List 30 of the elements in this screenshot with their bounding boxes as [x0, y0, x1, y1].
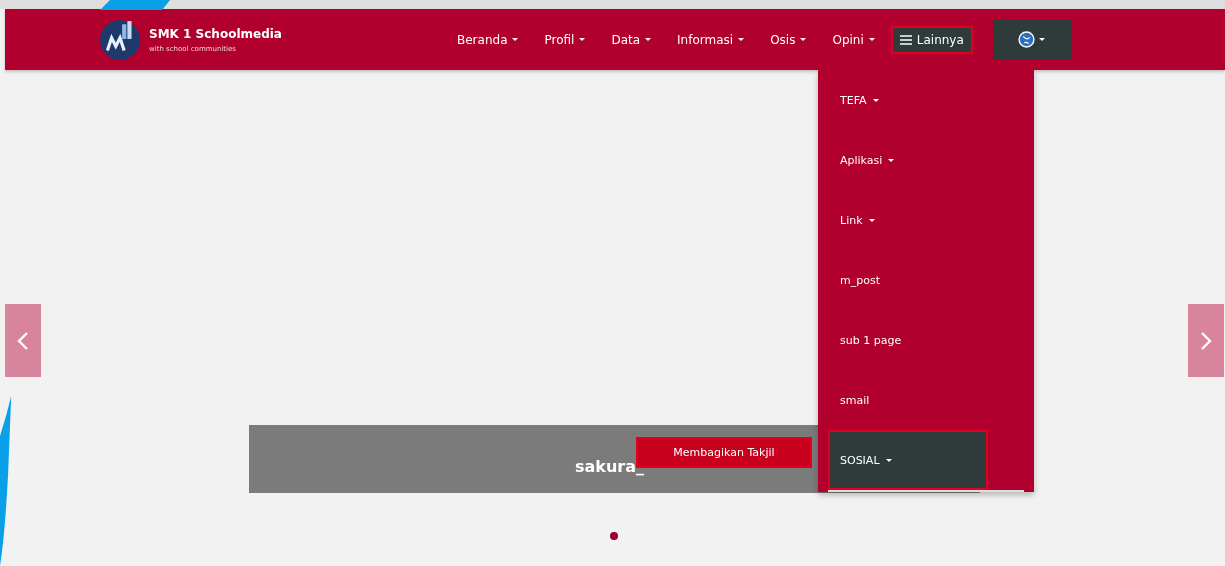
chevron-left-icon	[17, 330, 29, 351]
menu-item[interactable]: smail	[818, 370, 1034, 430]
caret-icon	[645, 38, 652, 41]
menu-icon	[899, 34, 912, 45]
nav-link[interactable]: Profil	[544, 28, 586, 51]
caret-icon	[868, 38, 875, 41]
caret-icon	[579, 38, 586, 41]
caret-icon	[800, 38, 807, 41]
site-title: SMK 1 Schoolmedia	[149, 26, 282, 41]
slide-indicator-dot[interactable]	[610, 532, 618, 540]
logo-icon	[99, 18, 141, 61]
submenu-item[interactable]: Membagikan Takjil	[636, 437, 812, 468]
nav-link[interactable]: Beranda	[457, 28, 519, 51]
user-menu-button[interactable]	[992, 19, 1071, 60]
menu-item[interactable]: sub 1 page	[818, 310, 1034, 370]
nav-link[interactable]: Data	[611, 28, 652, 51]
caret-icon	[1039, 38, 1046, 41]
chevron-right-icon	[1200, 330, 1212, 351]
menu-item[interactable]: TEFA	[818, 70, 1034, 130]
menu-item[interactable]: m_post	[818, 250, 1034, 310]
nav-link[interactable]: Informasi	[677, 28, 745, 51]
globe-icon	[1018, 31, 1036, 48]
caret-icon	[738, 38, 745, 41]
nav-link[interactable]: Osis	[770, 28, 807, 51]
menu-item[interactable]: Aplikasi	[818, 130, 1034, 190]
caret-icon	[512, 38, 519, 41]
menu-item[interactable]: Link	[818, 190, 1034, 250]
nav-link[interactable]: Opini	[832, 28, 875, 51]
more-menu-button[interactable]: Lainnya	[890, 25, 973, 54]
menu-item[interactable]: SOSIAL	[828, 430, 988, 490]
